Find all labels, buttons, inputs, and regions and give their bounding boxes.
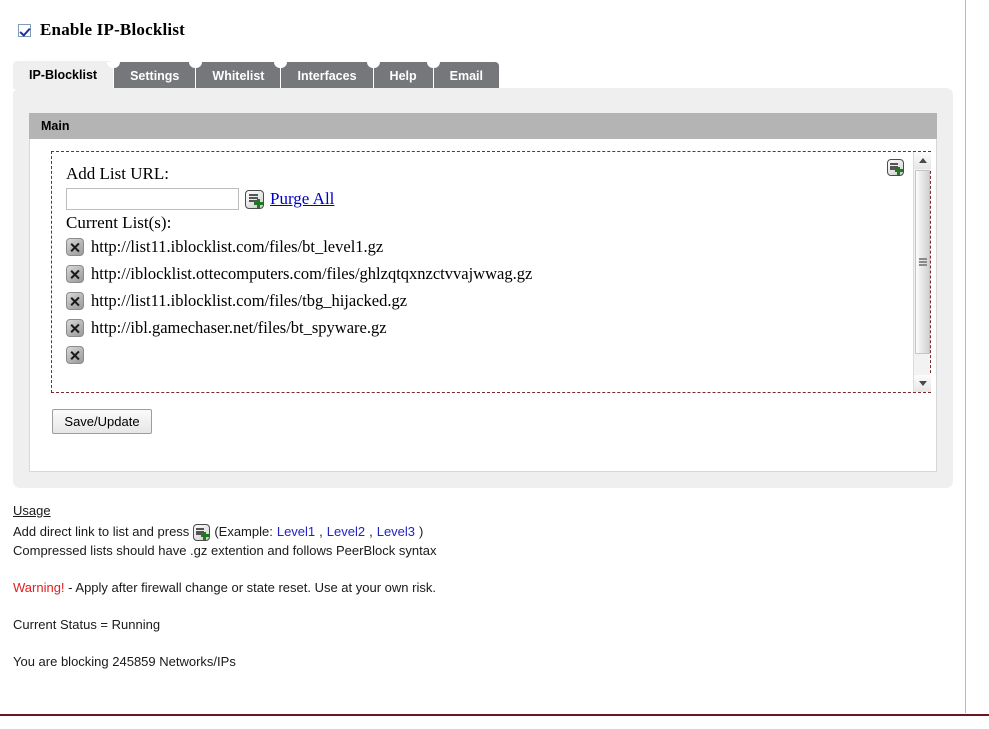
- chevron-up-icon: [918, 158, 927, 163]
- delete-list-icon[interactable]: [66, 237, 84, 256]
- add-icon-plus-horizontal: [895, 169, 903, 172]
- list-item-url: http://iblocklist.ottecomputers.com/file…: [91, 263, 533, 283]
- list-region-content: Add List URL: Purge All Current List(s):: [52, 152, 912, 392]
- list-item: http://list11.iblocklist.com/files/tbg_h…: [66, 287, 912, 314]
- tab-interfaces[interactable]: Interfaces: [274, 62, 373, 89]
- scroll-down-arrow[interactable]: [914, 375, 931, 392]
- delete-list-icon[interactable]: [66, 291, 84, 310]
- tab-label: Settings: [130, 68, 180, 83]
- usage-example-close: ): [419, 524, 424, 539]
- list-scrollbar[interactable]: [913, 152, 931, 392]
- tab-whitelist[interactable]: Whitelist: [189, 62, 281, 89]
- tab-label: Whitelist: [212, 68, 265, 83]
- list-item: http://iblocklist.ottecomputers.com/file…: [66, 260, 912, 287]
- add-list-icon: [193, 523, 211, 541]
- list-item: http://ibl.gamechaser.net/files/bt_spywa…: [66, 314, 912, 341]
- comma-1: ,: [319, 524, 323, 539]
- scroll-up-arrow[interactable]: [914, 152, 931, 169]
- enable-ip-blocklist-label: Enable IP-Blocklist: [40, 20, 186, 39]
- add-url-submit-icon[interactable]: [245, 189, 264, 209]
- enable-ip-blocklist-checkbox[interactable]: [18, 23, 31, 37]
- delete-list-icon[interactable]: [66, 264, 84, 283]
- save-update-button[interactable]: Save/Update: [52, 409, 152, 434]
- purge-all-link[interactable]: Purge All: [270, 189, 334, 209]
- tab-label: Help: [389, 68, 417, 83]
- scrollbar-grip-icon: [919, 258, 927, 260]
- blocking-count-line: You are blocking 245859 Networks/IPs: [13, 654, 236, 669]
- example-link-level1[interactable]: Level1: [277, 523, 315, 541]
- chevron-down-icon: [918, 381, 927, 386]
- tab-bar: IP-Blocklist Settings Whitelist Interfac…: [13, 61, 500, 89]
- enable-ip-blocklist-row[interactable]: Enable IP-Blocklist: [18, 20, 185, 40]
- add-icon-lines: [249, 193, 258, 196]
- add-list-icon[interactable]: [887, 159, 904, 176]
- warning-label: Warning!: [13, 580, 65, 595]
- add-icon-plus-horizontal: [254, 201, 263, 205]
- tab-ip-blocklist[interactable]: IP-Blocklist: [13, 61, 114, 89]
- add-url-row: Purge All: [66, 188, 912, 210]
- add-url-label: Add List URL:: [66, 164, 169, 183]
- panel-title: Main: [29, 113, 937, 139]
- example-link-level3[interactable]: Level3: [377, 523, 415, 541]
- frame-right-border: [965, 0, 966, 713]
- usage-text-before: Add direct link to list and press: [13, 524, 190, 539]
- list-item-url: http://list11.iblocklist.com/files/tbg_h…: [91, 290, 408, 310]
- panel-body: Add List URL: Purge All Current List(s):: [29, 139, 937, 472]
- example-link-level2[interactable]: Level2: [327, 523, 365, 541]
- list-item-url: http://ibl.gamechaser.net/files/bt_spywa…: [91, 317, 387, 337]
- current-lists-label: Current List(s):: [66, 213, 172, 232]
- current-status-line: Current Status = Running: [13, 617, 161, 632]
- warning-line: Warning! - Apply after firewall change o…: [13, 579, 913, 597]
- scrollbar-thumb[interactable]: [915, 170, 930, 354]
- tab-help[interactable]: Help: [366, 62, 433, 89]
- list-item-url: http://list11.iblocklist.com/files/bt_le…: [91, 236, 384, 256]
- add-url-input[interactable]: [66, 188, 239, 210]
- warning-text: - Apply after firewall change or state r…: [68, 580, 436, 595]
- list-item: [66, 341, 912, 368]
- tab-label: IP-Blocklist: [29, 68, 98, 82]
- tab-settings[interactable]: Settings: [107, 62, 196, 89]
- add-icon-plus-horizontal: [201, 533, 210, 537]
- tab-label: Email: [449, 68, 483, 83]
- usage-title: Usage: [13, 503, 51, 518]
- page-root: Enable IP-Blocklist IP-Blocklist Setting…: [0, 0, 989, 729]
- comma-2: ,: [369, 524, 373, 539]
- delete-list-icon[interactable]: [66, 345, 84, 364]
- list-item: http://list11.iblocklist.com/files/bt_le…: [66, 233, 912, 260]
- main-panel: Main Add List URL: Purge All Current Lis…: [13, 88, 953, 488]
- usage-line-2: Compressed lists should have .gz extenti…: [13, 543, 437, 558]
- usage-section: Usage Add direct link to list and press …: [13, 503, 913, 671]
- frame-bottom-rule: [0, 714, 989, 716]
- usage-line-1: Add direct link to list and press (Examp…: [13, 523, 913, 541]
- tab-label: Interfaces: [297, 68, 357, 83]
- add-icon-lines: [890, 163, 898, 165]
- usage-example-open: (Example:: [214, 524, 273, 539]
- delete-list-icon[interactable]: [66, 318, 84, 337]
- tab-email[interactable]: Email: [426, 62, 499, 89]
- add-icon-lines: [196, 527, 205, 530]
- list-region: Add List URL: Purge All Current List(s):: [51, 151, 931, 393]
